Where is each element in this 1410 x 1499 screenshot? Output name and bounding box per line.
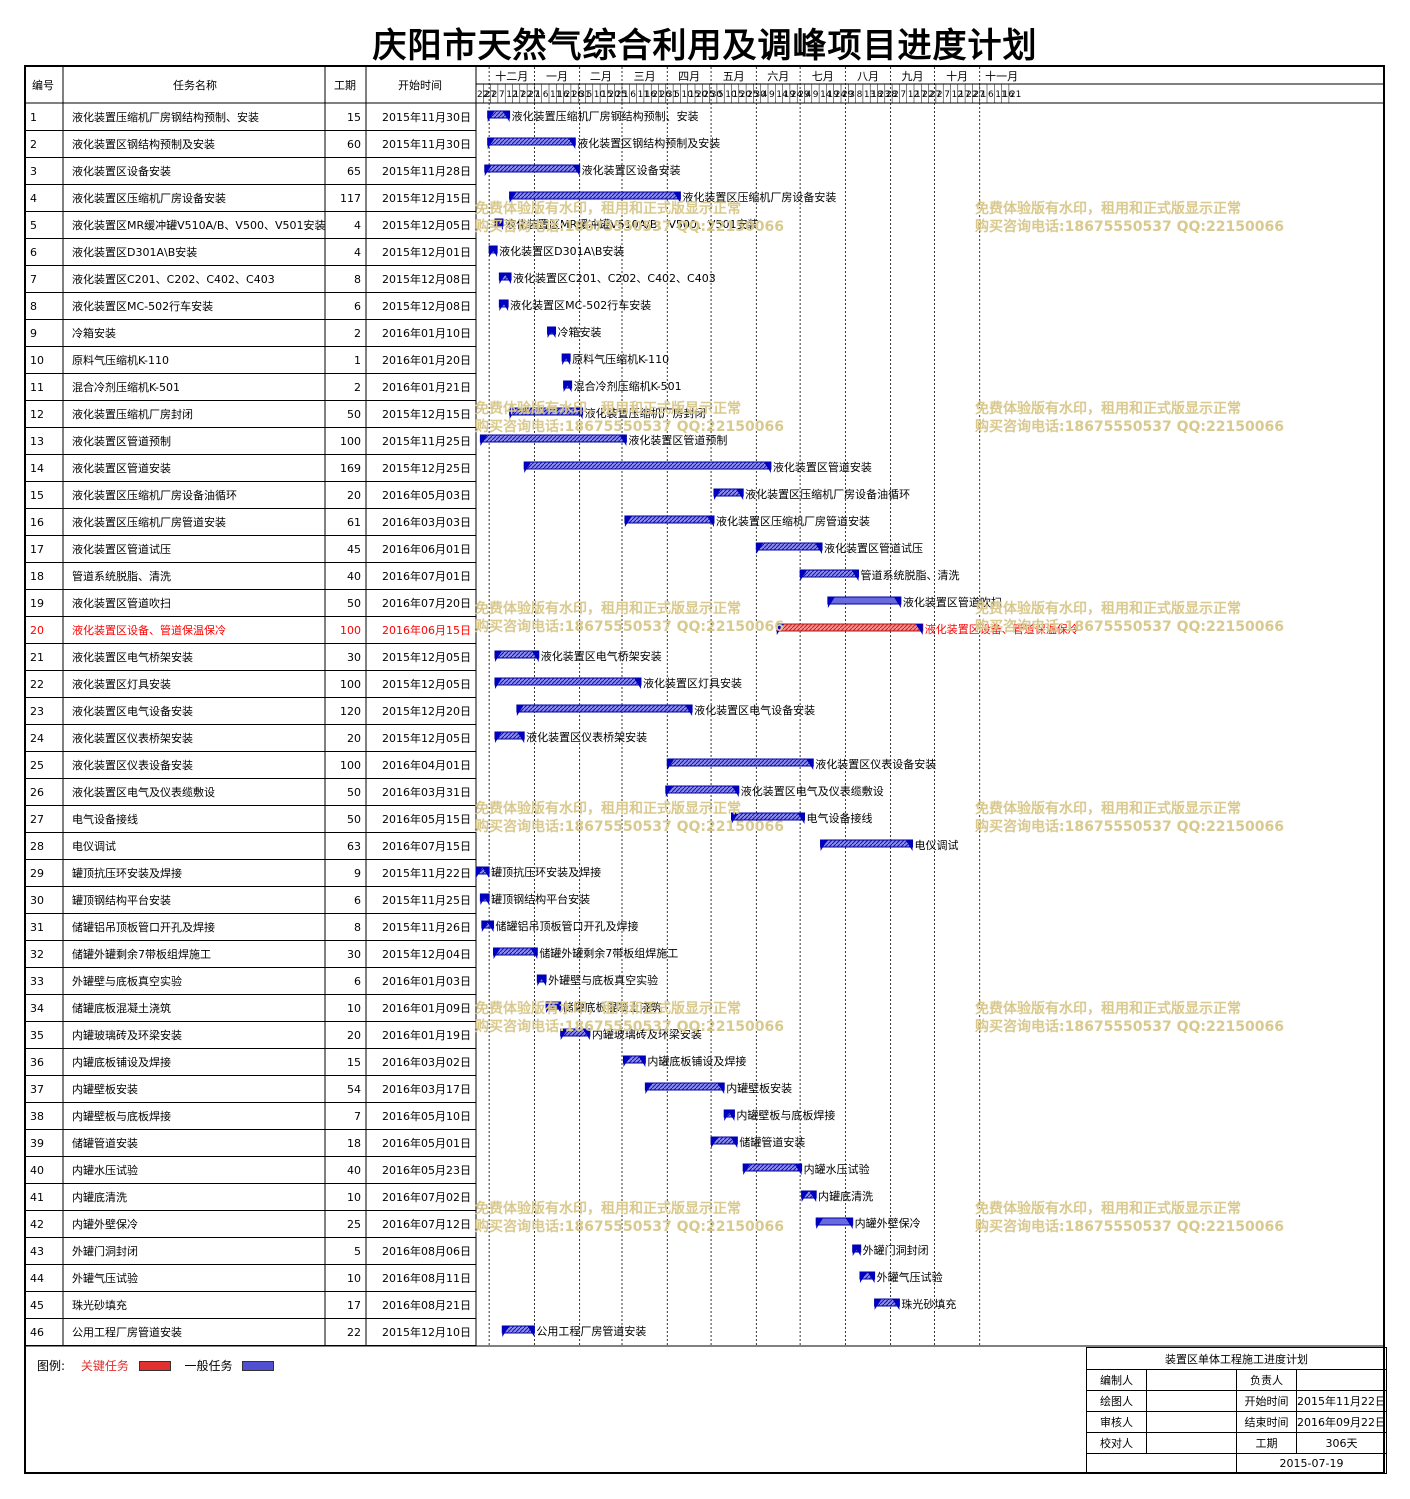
legend-normal-label: 一般任务 — [184, 1359, 233, 1373]
checker-value — [1147, 1433, 1237, 1454]
legend-critical-label: 关键任务 — [80, 1359, 129, 1373]
end-value: 2016年09月22日 — [1297, 1412, 1387, 1433]
chart-frame — [24, 65, 1385, 1474]
legend-critical-swatch — [138, 1360, 171, 1371]
legend-label: 图例: — [37, 1359, 66, 1373]
duration-value: 306天 — [1297, 1433, 1387, 1454]
drawer-value — [1147, 1391, 1237, 1412]
compiler-label: 编制人 — [1087, 1370, 1147, 1391]
reviewer-value — [1147, 1412, 1237, 1433]
title-block-heading: 装置区单体工程施工进度计划 — [1087, 1348, 1387, 1370]
title-block-blank — [1087, 1454, 1237, 1474]
title-block-date: 2015-07-19 — [1237, 1454, 1387, 1474]
compiler-value — [1147, 1370, 1237, 1391]
owner-label: 负责人 — [1237, 1370, 1297, 1391]
reviewer-label: 审核人 — [1087, 1412, 1147, 1433]
start-value: 2015年11月22日 — [1297, 1391, 1387, 1412]
end-label: 结束时间 — [1237, 1412, 1297, 1433]
legend-normal-swatch — [242, 1360, 275, 1371]
checker-label: 校对人 — [1087, 1433, 1147, 1454]
owner-value — [1297, 1370, 1387, 1391]
start-label: 开始时间 — [1237, 1391, 1297, 1412]
legend: 图例: 关键任务 一般任务 — [37, 1357, 284, 1374]
title-block: 装置区单体工程施工进度计划 编制人 负责人 绘图人 开始时间 2015年11月2… — [1086, 1347, 1387, 1474]
duration-label: 工期 — [1237, 1433, 1297, 1454]
drawer-label: 绘图人 — [1087, 1391, 1147, 1412]
